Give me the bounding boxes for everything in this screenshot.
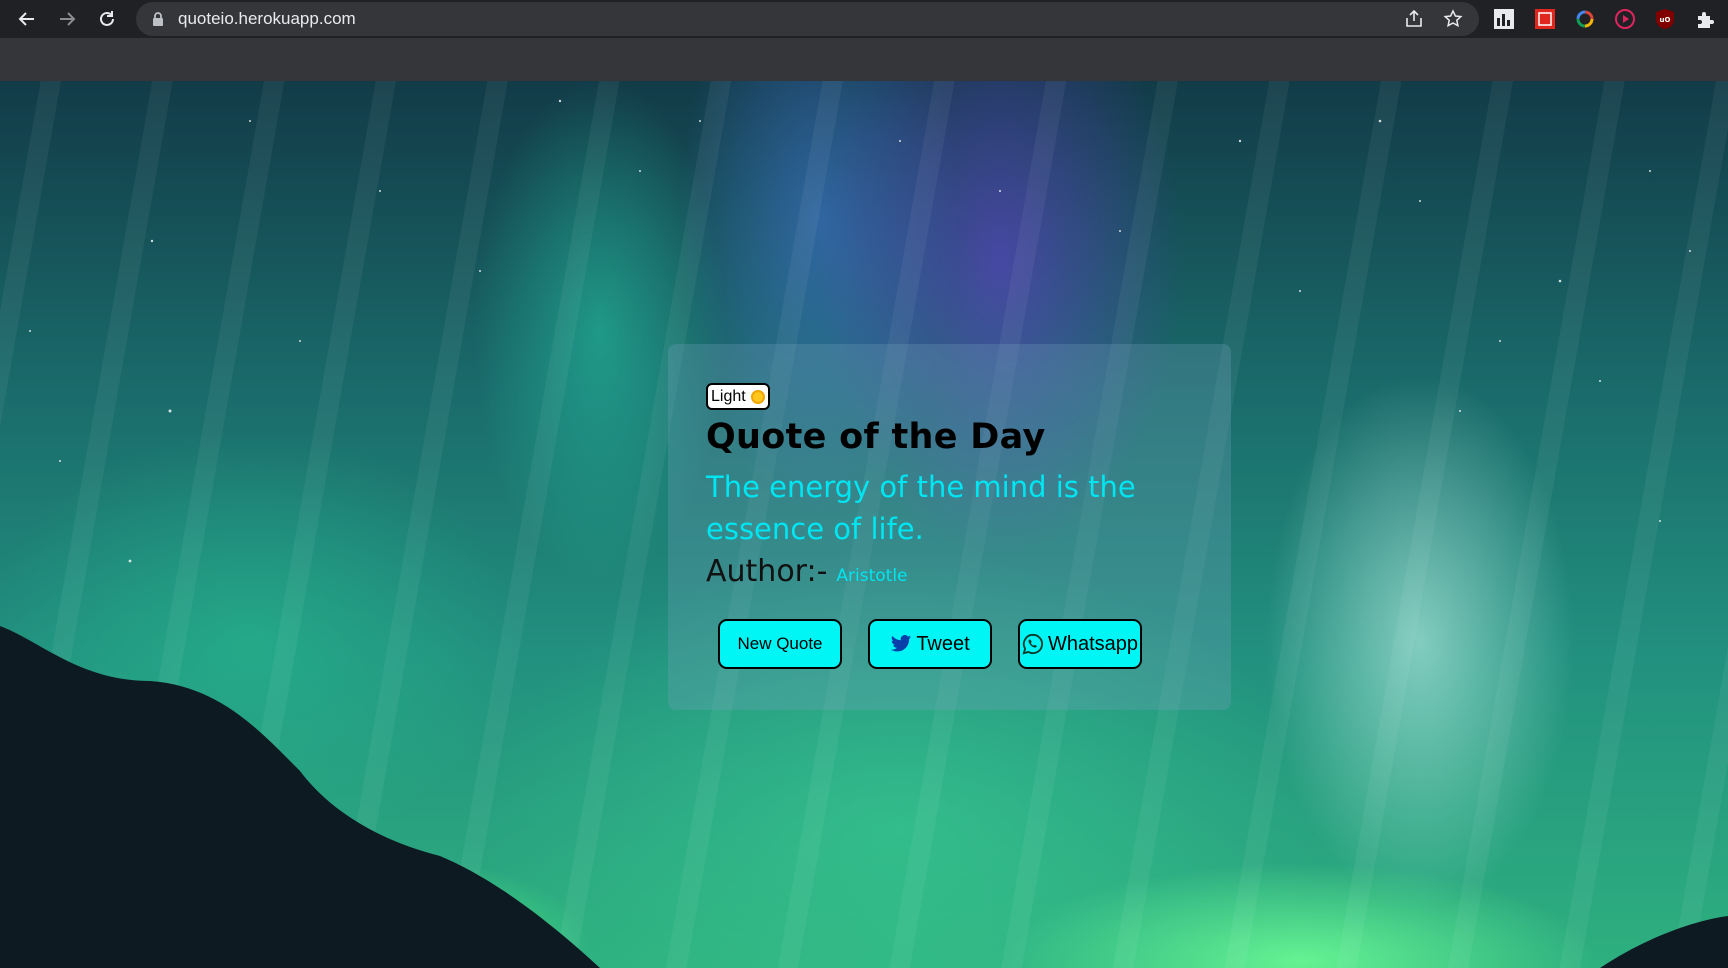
tweet-label: Tweet: [916, 632, 970, 655]
new-quote-label: New Quote: [737, 634, 823, 653]
url-text[interactable]: quoteio.herokuapp.com: [178, 9, 356, 29]
tweet-button[interactable]: Tweet: [868, 619, 992, 669]
theme-toggle-label: Light: [711, 387, 746, 405]
forward-button[interactable]: [52, 4, 82, 34]
whatsapp-label: Whatsapp: [1047, 632, 1139, 655]
action-buttons: New Quote Tweet Whatsapp: [668, 619, 1231, 673]
forward-icon: [60, 12, 76, 26]
bookmark-star-icon[interactable]: [1443, 9, 1463, 29]
back-button[interactable]: [12, 4, 42, 34]
browser-toolbar: quoteio.herokuapp.com uO: [0, 0, 1728, 38]
extension-color-button[interactable]: [1574, 8, 1596, 30]
twitter-icon: [891, 635, 912, 652]
whatsapp-icon: [1022, 633, 1043, 655]
theme-toggle-button[interactable]: Light: [706, 383, 770, 410]
whatsapp-button[interactable]: Whatsapp: [1018, 619, 1142, 669]
back-icon: [18, 12, 34, 26]
extension-ublock-icon: uO: [1656, 9, 1674, 29]
reload-button[interactable]: [92, 4, 122, 34]
quote-text: The energy of the mind is the essence of…: [706, 470, 1136, 546]
extensions-puzzle-icon: [1698, 12, 1714, 28]
aurora-background: Light Quote of the Day The energy of the…: [0, 81, 1728, 968]
extension-ublock-button[interactable]: uO: [1654, 8, 1676, 30]
author-row: Author:- Aristotle: [706, 554, 908, 589]
reload-icon: [100, 11, 114, 26]
page-title: Quote of the Day: [706, 417, 1046, 457]
svg-text:uO: uO: [1660, 16, 1671, 24]
author-label: Author:-: [706, 554, 828, 589]
author-name: Aristotle: [836, 566, 908, 586]
extension-color-icon: [1576, 10, 1594, 28]
extension-pdf-button[interactable]: [1534, 8, 1556, 30]
extensions-puzzle-button[interactable]: [1694, 8, 1716, 30]
address-bar[interactable]: quoteio.herokuapp.com: [136, 2, 1479, 36]
sun-icon: [750, 389, 765, 404]
browser-chrome: quoteio.herokuapp.com uO: [0, 0, 1728, 81]
extension-chart-icon: [1494, 9, 1514, 29]
lock-icon: [153, 12, 163, 26]
share-icon[interactable]: [1404, 9, 1424, 29]
extension-chart-button[interactable]: [1493, 8, 1515, 30]
extension-play-button[interactable]: [1614, 8, 1636, 30]
new-quote-button[interactable]: New Quote: [718, 619, 842, 669]
extension-pdf-icon: [1535, 9, 1555, 29]
extension-play-icon: [1615, 9, 1635, 29]
